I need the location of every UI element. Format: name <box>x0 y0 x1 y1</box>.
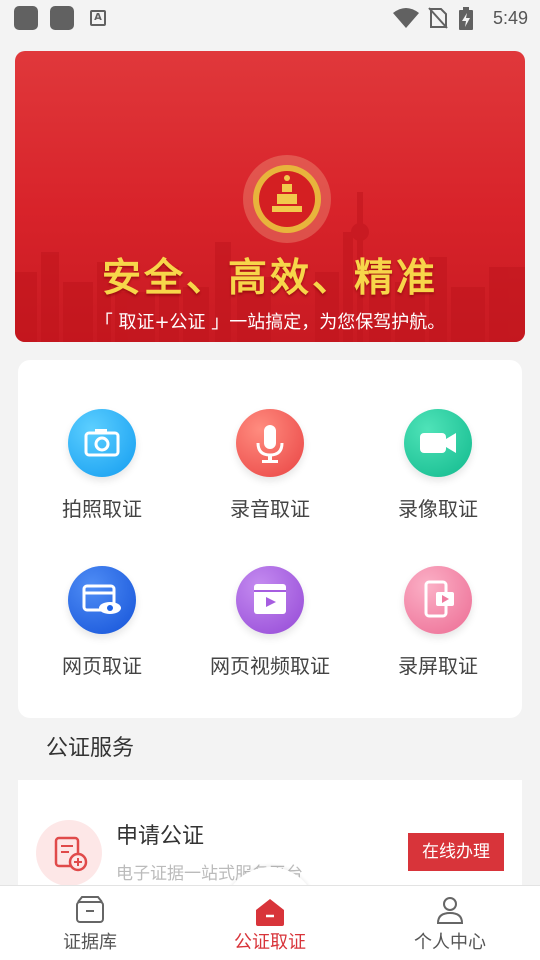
home-icon <box>256 899 284 926</box>
banner-subtitle: 「 取证+公证 」一站搞定，为您保驾护航。 <box>94 312 446 333</box>
nav-item-personal-center[interactable]: 个人中心 <box>360 886 540 960</box>
nav-label: 个人中心 <box>414 932 486 953</box>
grid-item-webpage-evidence[interactable]: 网页取证 <box>18 566 186 680</box>
no-sim-icon <box>428 7 448 29</box>
clock: 5:49 <box>492 8 528 28</box>
a-box-icon: A <box>90 10 106 26</box>
battery-charging-icon <box>459 7 473 30</box>
grid-item-label: 拍照取证 <box>62 497 142 521</box>
video-camera-icon <box>404 409 472 477</box>
nav-label: 证据库 <box>63 932 117 953</box>
grid-item-label: 网页取证 <box>62 654 142 678</box>
nav-item-evidence-library[interactable]: 证据库 <box>0 886 180 960</box>
nav-item-notary-evidence[interactable]: 公证取证 <box>180 886 360 960</box>
status-bar: A 5:49 <box>0 0 540 36</box>
archive-box-icon <box>76 896 104 923</box>
grid-item-web-video-evidence[interactable]: 网页视频取证 <box>186 566 354 680</box>
camera-icon <box>68 409 136 477</box>
phone-record-icon <box>404 566 472 634</box>
online-apply-button[interactable]: 在线办理 <box>408 833 504 871</box>
grid-item-audio-evidence[interactable]: 录音取证 <box>186 409 354 523</box>
app-square-icon <box>50 6 74 30</box>
national-emblem-logo <box>243 155 331 243</box>
nav-label: 公证取证 <box>234 932 306 953</box>
grid-item-screen-record-evidence[interactable]: 录屏取证 <box>354 566 522 680</box>
evidence-type-grid: 拍照取证 录音取证 录像取证 网页取证 网页视频取证 录屏取证 <box>18 360 522 718</box>
document-add-icon <box>36 820 102 886</box>
wifi-icon <box>393 8 419 28</box>
grid-item-label: 录音取证 <box>230 497 310 521</box>
app-square-icon <box>14 6 38 30</box>
grid-item-photo-evidence[interactable]: 拍照取证 <box>18 409 186 523</box>
bottom-nav: 证据库 公证取证 个人中心 <box>0 885 540 960</box>
section-title: 公证服务 <box>46 736 135 761</box>
web-video-icon <box>236 566 304 634</box>
grid-item-video-evidence[interactable]: 录像取证 <box>354 409 522 523</box>
user-icon <box>436 897 464 924</box>
webpage-eye-icon <box>68 566 136 634</box>
service-title: 申请公证 <box>116 824 205 849</box>
banner-carousel[interactable]: 安全、高效、精准 「 取证+公证 」一站搞定，为您保驾护航。 <box>15 51 525 342</box>
grid-item-label: 录像取证 <box>398 497 478 521</box>
grid-item-label: 网页视频取证 <box>210 654 330 678</box>
banner-title: 安全、高效、精准 <box>101 255 438 301</box>
microphone-icon <box>236 409 304 477</box>
grid-item-label: 录屏取证 <box>398 654 478 678</box>
